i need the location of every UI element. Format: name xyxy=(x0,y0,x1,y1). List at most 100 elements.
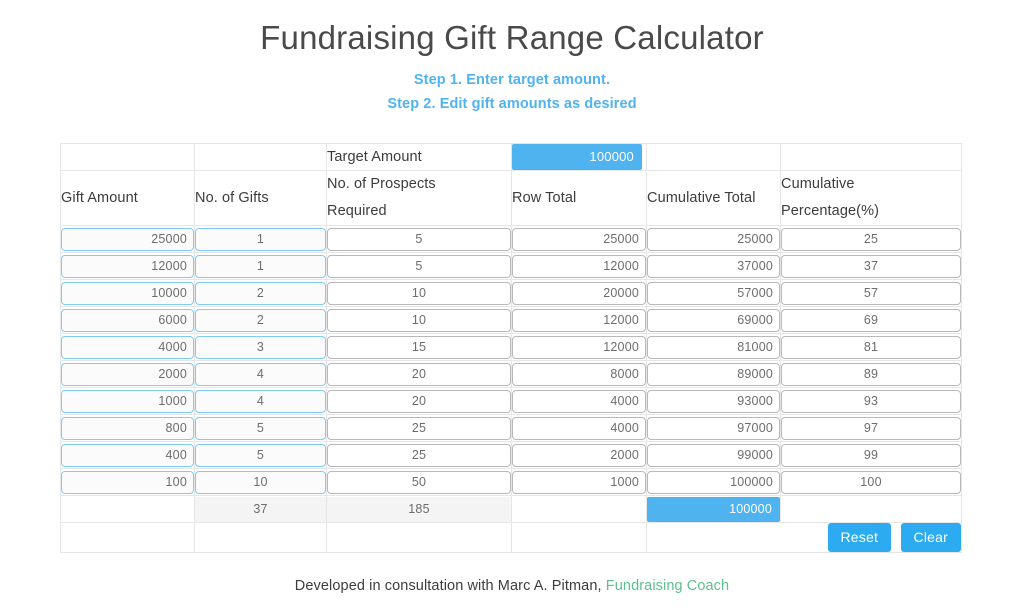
cell-row-total xyxy=(511,225,647,253)
totals-cumulative-pct-cell xyxy=(780,495,962,523)
actions-empty-a xyxy=(60,522,195,553)
row-total-input[interactable] xyxy=(512,470,646,494)
total-no-of-gifts: 37 xyxy=(195,496,326,522)
table-row xyxy=(60,252,962,280)
clear-button[interactable]: Clear xyxy=(900,523,961,552)
no-of-gifts-input[interactable] xyxy=(195,470,326,494)
gift-amount-input[interactable] xyxy=(61,443,194,467)
no-of-gifts-input[interactable] xyxy=(195,281,326,305)
cell-no-of-gifts xyxy=(194,306,327,334)
cell-cumulative-total xyxy=(646,225,781,253)
row-total-input[interactable] xyxy=(512,281,646,305)
no-of-gifts-input[interactable] xyxy=(195,308,326,332)
target-amount-label: Target Amount xyxy=(326,143,512,171)
step-2-text: Step 2. Edit gift amounts as desired xyxy=(387,96,637,112)
row-total-input[interactable] xyxy=(512,389,646,413)
cell-cumulative-total xyxy=(646,252,781,280)
table-row xyxy=(60,414,962,442)
cell-no-of-gifts xyxy=(194,414,327,442)
prospects-required-input[interactable] xyxy=(327,389,511,413)
prospects-required-input[interactable] xyxy=(327,416,511,440)
gift-amount-input[interactable] xyxy=(61,308,194,332)
cell-no-of-gifts xyxy=(194,387,327,415)
cumulative-total-input[interactable] xyxy=(647,389,780,413)
cell-prospects xyxy=(326,441,512,469)
cumulative-total-input[interactable] xyxy=(647,308,780,332)
gift-amount-input[interactable] xyxy=(61,335,194,359)
header-row-total: Row Total xyxy=(511,170,647,226)
calculator-page: Fundraising Gift Range Calculator Step 1… xyxy=(0,0,1024,614)
cumulative-percentage-input[interactable] xyxy=(781,254,961,278)
cumulative-percentage-input[interactable] xyxy=(781,470,961,494)
cell-cumulative-pct xyxy=(780,360,962,388)
cell-prospects xyxy=(326,387,512,415)
no-of-gifts-input[interactable] xyxy=(195,335,326,359)
gift-amount-input[interactable] xyxy=(61,389,194,413)
table-row xyxy=(60,387,962,415)
no-of-gifts-input[interactable] xyxy=(195,254,326,278)
cell-prospects xyxy=(326,225,512,253)
totals-row: 37 185 100000 xyxy=(60,495,962,523)
prospects-required-input[interactable] xyxy=(327,308,511,332)
cumulative-percentage-input[interactable] xyxy=(781,281,961,305)
cell-gift-amount xyxy=(60,333,195,361)
cell-cumulative-total xyxy=(646,333,781,361)
cumulative-total-input[interactable] xyxy=(647,335,780,359)
header-gift-amount: Gift Amount xyxy=(60,170,195,226)
reset-button[interactable]: Reset xyxy=(827,523,892,552)
gift-amount-input[interactable] xyxy=(61,362,194,386)
totals-no-of-gifts-cell: 37 xyxy=(194,495,327,523)
cumulative-total-input[interactable] xyxy=(647,470,780,494)
cumulative-percentage-input[interactable] xyxy=(781,362,961,386)
no-of-gifts-input[interactable] xyxy=(195,227,326,251)
totals-cumulative-total-cell: 100000 xyxy=(646,495,781,523)
cumulative-percentage-input[interactable] xyxy=(781,416,961,440)
cell-gift-amount xyxy=(60,387,195,415)
cell-prospects xyxy=(326,279,512,307)
empty-cell-b xyxy=(194,143,327,171)
gift-amount-input[interactable] xyxy=(61,470,194,494)
target-amount-input[interactable] xyxy=(512,144,642,170)
row-total-input[interactable] xyxy=(512,227,646,251)
prospects-required-input[interactable] xyxy=(327,470,511,494)
prospects-required-input[interactable] xyxy=(327,281,511,305)
gift-amount-input[interactable] xyxy=(61,281,194,305)
cumulative-total-input[interactable] xyxy=(647,281,780,305)
row-total-input[interactable] xyxy=(512,254,646,278)
gift-amount-input[interactable] xyxy=(61,227,194,251)
prospects-required-input[interactable] xyxy=(327,335,511,359)
row-total-input[interactable] xyxy=(512,416,646,440)
prospects-required-input[interactable] xyxy=(327,443,511,467)
cumulative-percentage-input[interactable] xyxy=(781,335,961,359)
no-of-gifts-input[interactable] xyxy=(195,362,326,386)
cell-cumulative-pct xyxy=(780,279,962,307)
cell-cumulative-pct xyxy=(780,306,962,334)
gift-amount-input[interactable] xyxy=(61,254,194,278)
row-total-input[interactable] xyxy=(512,443,646,467)
cumulative-total-input[interactable] xyxy=(647,362,780,386)
cumulative-percentage-input[interactable] xyxy=(781,389,961,413)
fundraising-coach-link[interactable]: Fundraising Coach xyxy=(606,578,729,594)
cumulative-total-input[interactable] xyxy=(647,254,780,278)
no-of-gifts-input[interactable] xyxy=(195,443,326,467)
row-total-input[interactable] xyxy=(512,362,646,386)
prospects-required-input[interactable] xyxy=(327,254,511,278)
prospects-required-input[interactable] xyxy=(327,227,511,251)
cumulative-percentage-input[interactable] xyxy=(781,443,961,467)
table-row xyxy=(60,225,962,253)
prospects-required-input[interactable] xyxy=(327,362,511,386)
cumulative-total-input[interactable] xyxy=(647,443,780,467)
cumulative-percentage-input[interactable] xyxy=(781,308,961,332)
no-of-gifts-input[interactable] xyxy=(195,416,326,440)
row-total-input[interactable] xyxy=(512,335,646,359)
row-total-input[interactable] xyxy=(512,308,646,332)
cumulative-total-input[interactable] xyxy=(647,416,780,440)
cell-row-total xyxy=(511,387,647,415)
cumulative-percentage-input[interactable] xyxy=(781,227,961,251)
steps-instructions: Step 1. Enter target amount. Step 2. Edi… xyxy=(0,68,1024,116)
actions-button-cell: Reset Clear xyxy=(646,522,962,553)
cumulative-total-input[interactable] xyxy=(647,227,780,251)
cell-cumulative-total xyxy=(646,441,781,469)
gift-amount-input[interactable] xyxy=(61,416,194,440)
no-of-gifts-input[interactable] xyxy=(195,389,326,413)
